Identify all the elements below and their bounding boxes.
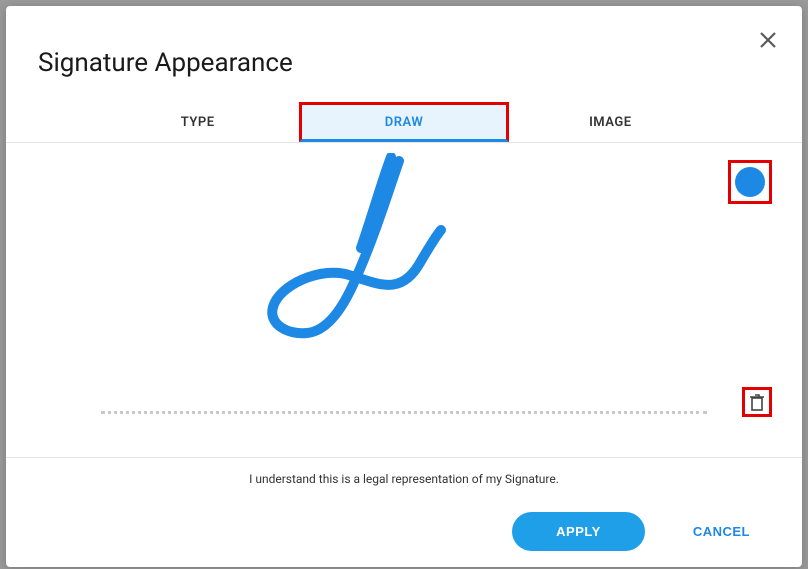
- legal-disclaimer: I understand this is a legal representat…: [30, 472, 778, 486]
- tab-image[interactable]: IMAGE: [509, 102, 712, 142]
- delete-icon: [749, 393, 765, 411]
- close-icon: [760, 32, 776, 48]
- tab-type[interactable]: TYPE: [96, 102, 299, 142]
- close-button[interactable]: [756, 28, 780, 52]
- signature-baseline: [101, 411, 707, 414]
- draw-canvas[interactable]: [6, 143, 802, 458]
- color-picker-button[interactable]: [728, 160, 772, 204]
- color-swatch-icon: [735, 167, 765, 197]
- tab-draw[interactable]: DRAW: [299, 102, 508, 142]
- signature-mode-tabs: TYPE DRAW IMAGE: [6, 102, 802, 143]
- drawn-signature-stroke: [261, 153, 451, 343]
- signature-appearance-dialog: Signature Appearance TYPE DRAW IMAGE I u…: [6, 6, 802, 567]
- apply-button[interactable]: APPLY: [512, 512, 645, 551]
- dialog-footer: I understand this is a legal representat…: [6, 458, 802, 567]
- cancel-button[interactable]: CANCEL: [693, 524, 750, 539]
- clear-signature-button[interactable]: [742, 387, 772, 417]
- action-buttons: APPLY CANCEL: [30, 512, 778, 551]
- dialog-title: Signature Appearance: [6, 6, 802, 78]
